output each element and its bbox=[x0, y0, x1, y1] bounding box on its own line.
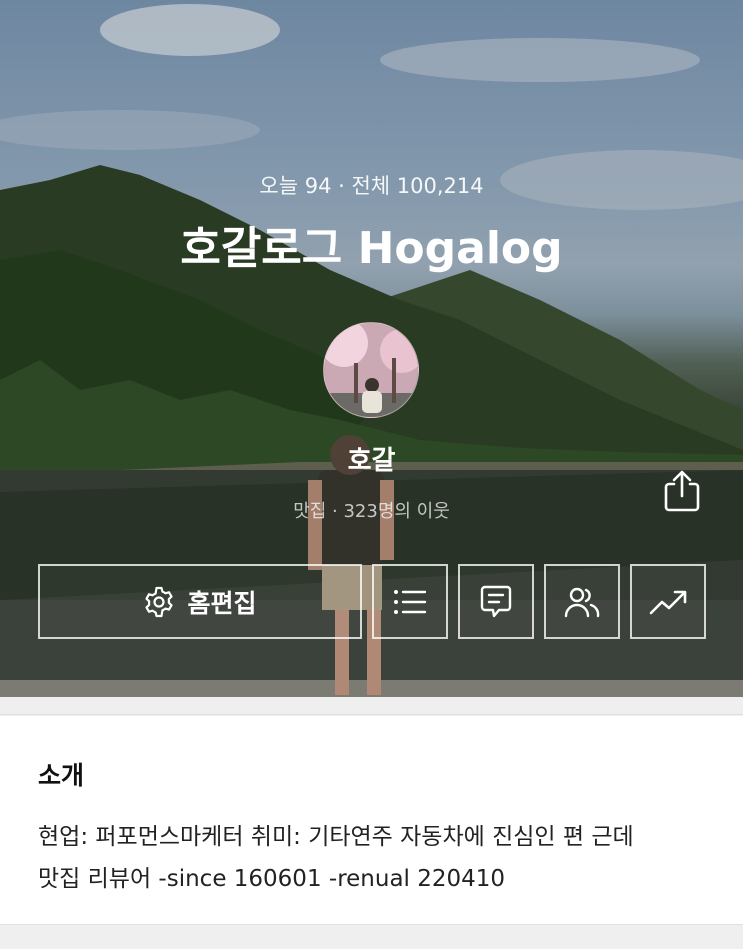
visitor-stats: 오늘 94 · 전체 100,214 bbox=[259, 174, 484, 198]
intro-section: 소개 현업: 퍼포먼스마케터 취미: 기타연주 자동차에 진심인 편 근데 맛집… bbox=[0, 716, 743, 924]
nickname[interactable]: 호갈 bbox=[0, 440, 743, 477]
home-edit-label: 홈편집 bbox=[187, 588, 257, 618]
blog-title[interactable]: 호갈로그 Hogalog bbox=[0, 212, 743, 276]
avatar[interactable] bbox=[323, 322, 419, 418]
statistics-button[interactable] bbox=[630, 564, 706, 639]
share-button[interactable] bbox=[660, 469, 704, 513]
list-icon bbox=[394, 589, 427, 614]
gear-icon bbox=[145, 586, 174, 617]
intro-heading: 소개 bbox=[38, 761, 85, 790]
post-list-button[interactable] bbox=[372, 564, 448, 639]
people-icon bbox=[564, 587, 600, 617]
cover-image: 오늘 94 · 전체 100,214 호갈로그 Hogalog 호갈 맛집 · … bbox=[0, 0, 743, 697]
share-icon bbox=[664, 470, 700, 512]
guestbook-button[interactable] bbox=[458, 564, 534, 639]
profile-photo bbox=[324, 323, 418, 417]
section-divider bbox=[0, 924, 743, 949]
neighbor-button[interactable] bbox=[544, 564, 620, 639]
trend-icon bbox=[649, 590, 687, 614]
home-edit-button[interactable]: 홈편집 bbox=[38, 564, 362, 639]
intro-text: 현업: 퍼포먼스마케터 취미: 기타연주 자동차에 진심인 편 근데 맛집 리뷰… bbox=[38, 824, 634, 892]
section-divider bbox=[0, 697, 743, 715]
comment-icon bbox=[480, 585, 512, 617]
profile-meta[interactable]: 맛집 · 323명의 이웃 bbox=[0, 497, 743, 523]
